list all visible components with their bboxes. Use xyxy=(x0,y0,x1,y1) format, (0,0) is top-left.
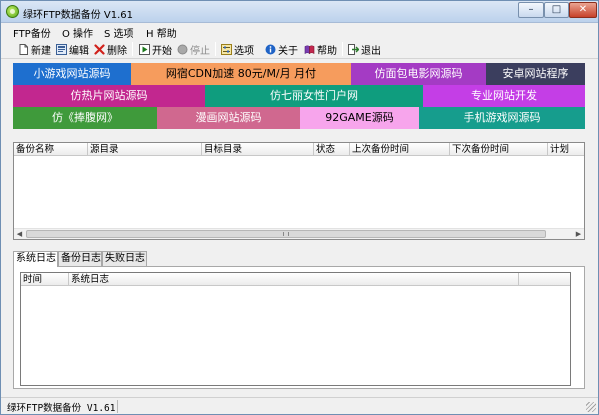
status-bar: 绿环FTP数据备份 V1.61 xyxy=(1,397,598,414)
ad-link-android-site[interactable]: 安卓网站程序 xyxy=(486,63,585,85)
ad-link-comic-site[interactable]: 漫画网站源码 xyxy=(157,107,300,129)
app-window: 绿环FTP数据备份 V1.61 – □ ✕ FTP备份 O 操作 S 选项 H … xyxy=(0,0,599,415)
backup-list-header: 备份名称 源目录 目标目录 状态 上次备份时间 下次备份时间 计划 xyxy=(14,143,584,156)
toolbar-separator xyxy=(215,42,216,56)
column-header-target-dir[interactable]: 目标目录 xyxy=(202,143,314,156)
column-header-status[interactable]: 状态 xyxy=(314,143,350,156)
menu-bar: FTP备份 O 操作 S 选项 H 帮助 xyxy=(1,23,598,40)
help-button[interactable]: 帮助 xyxy=(304,41,337,57)
ad-link-cdn[interactable]: 网宿CDN加速 80元/M/月 月付 xyxy=(131,63,351,85)
close-button[interactable]: ✕ xyxy=(569,2,597,18)
tab-system-log[interactable]: 系统日志 xyxy=(13,251,58,267)
ad-link-movie-site[interactable]: 仿面包电影网源码 xyxy=(351,63,486,85)
edit-label: 编辑 xyxy=(69,45,89,57)
column-header-backup-name[interactable]: 备份名称 xyxy=(14,143,88,156)
stop-button[interactable]: 停止 xyxy=(177,41,210,57)
menu-help[interactable]: H 帮助 xyxy=(146,25,177,40)
scroll-left-arrow-icon[interactable]: ◀ xyxy=(14,229,25,239)
ad-link-women-portal[interactable]: 仿七丽女性门户网 xyxy=(205,85,423,107)
column-header-blank xyxy=(519,273,570,286)
system-log-list[interactable]: 时间 系统日志 xyxy=(20,272,571,386)
scrollbar-grip-icon xyxy=(283,232,289,236)
resize-grip-icon[interactable] xyxy=(586,402,596,412)
status-separator xyxy=(117,400,118,413)
title-bar[interactable]: 绿环FTP数据备份 V1.61 – □ ✕ xyxy=(1,1,598,23)
column-header-last-backup[interactable]: 上次备份时间 xyxy=(350,143,450,156)
scrollbar-thumb[interactable] xyxy=(26,230,546,238)
toolbar-separator xyxy=(132,42,133,56)
stop-label: 停止 xyxy=(190,45,210,57)
column-header-next-backup[interactable]: 下次备份时间 xyxy=(450,143,548,156)
exit-label: 退出 xyxy=(361,45,381,57)
info-icon xyxy=(265,44,276,55)
edit-button[interactable]: 编辑 xyxy=(56,41,89,57)
ad-link-mini-games[interactable]: 小游戏网站源码 xyxy=(13,63,131,85)
options-label: 选项 xyxy=(234,45,254,57)
ad-link-hot-film-site[interactable]: 仿热片网站源码 xyxy=(13,85,205,107)
ad-link-web-development[interactable]: 专业网站开发 xyxy=(423,85,585,107)
help-label: 帮助 xyxy=(317,45,337,57)
about-label: 关于 xyxy=(278,45,298,57)
window-title: 绿环FTP数据备份 V1.61 xyxy=(23,10,133,21)
stop-icon xyxy=(177,44,188,55)
new-label: 新建 xyxy=(31,45,51,57)
start-label: 开始 xyxy=(152,45,172,57)
toolbar-separator xyxy=(342,42,343,56)
menu-options[interactable]: S 选项 xyxy=(104,25,134,40)
delete-x-icon xyxy=(94,43,105,55)
tab-failure-log[interactable]: 失败日志 xyxy=(102,251,147,266)
scroll-right-arrow-icon[interactable]: ▶ xyxy=(573,229,584,239)
start-play-icon xyxy=(139,43,150,55)
exit-door-icon xyxy=(348,43,360,55)
maximize-button[interactable]: □ xyxy=(544,2,569,18)
options-button[interactable]: 选项 xyxy=(221,41,254,57)
about-button[interactable]: 关于 xyxy=(265,41,298,57)
new-document-icon xyxy=(18,43,29,55)
exit-button[interactable]: 退出 xyxy=(348,41,381,57)
app-logo-icon xyxy=(6,5,19,18)
new-button[interactable]: 新建 xyxy=(18,41,51,57)
minimize-button[interactable]: – xyxy=(518,2,544,18)
tab-backup-log[interactable]: 备份日志 xyxy=(58,251,102,266)
delete-button[interactable]: 删除 xyxy=(94,41,127,57)
start-button[interactable]: 开始 xyxy=(139,41,172,57)
ad-link-pengfu-clone[interactable]: 仿《捧腹网》 xyxy=(13,107,157,129)
ad-link-92game[interactable]: 92GAME源码 xyxy=(300,107,419,129)
toolbar: 新建 编辑 删除 开始 停止 选项 关于 帮助 退出 xyxy=(1,39,598,59)
backup-task-list[interactable]: 备份名称 源目录 目标目录 状态 上次备份时间 下次备份时间 计划 ◀ ▶ xyxy=(13,142,585,240)
status-text: 绿环FTP数据备份 V1.61 xyxy=(7,403,116,414)
log-tab-panel: 时间 系统日志 xyxy=(13,266,585,389)
column-header-schedule[interactable]: 计划 xyxy=(548,143,584,156)
delete-label: 删除 xyxy=(107,45,127,57)
menu-ftp-backup[interactable]: FTP备份 xyxy=(13,25,51,40)
help-book-icon xyxy=(304,44,315,55)
edit-icon xyxy=(56,43,67,55)
ad-link-mobile-games[interactable]: 手机游戏网源码 xyxy=(419,107,585,129)
options-gear-icon xyxy=(221,43,232,55)
menu-operate[interactable]: O 操作 xyxy=(62,25,93,40)
column-header-source-dir[interactable]: 源目录 xyxy=(88,143,202,156)
horizontal-scrollbar[interactable]: ◀ ▶ xyxy=(14,228,584,239)
column-header-time[interactable]: 时间 xyxy=(21,273,69,286)
column-header-system-log[interactable]: 系统日志 xyxy=(69,273,519,286)
log-list-header: 时间 系统日志 xyxy=(21,273,570,286)
